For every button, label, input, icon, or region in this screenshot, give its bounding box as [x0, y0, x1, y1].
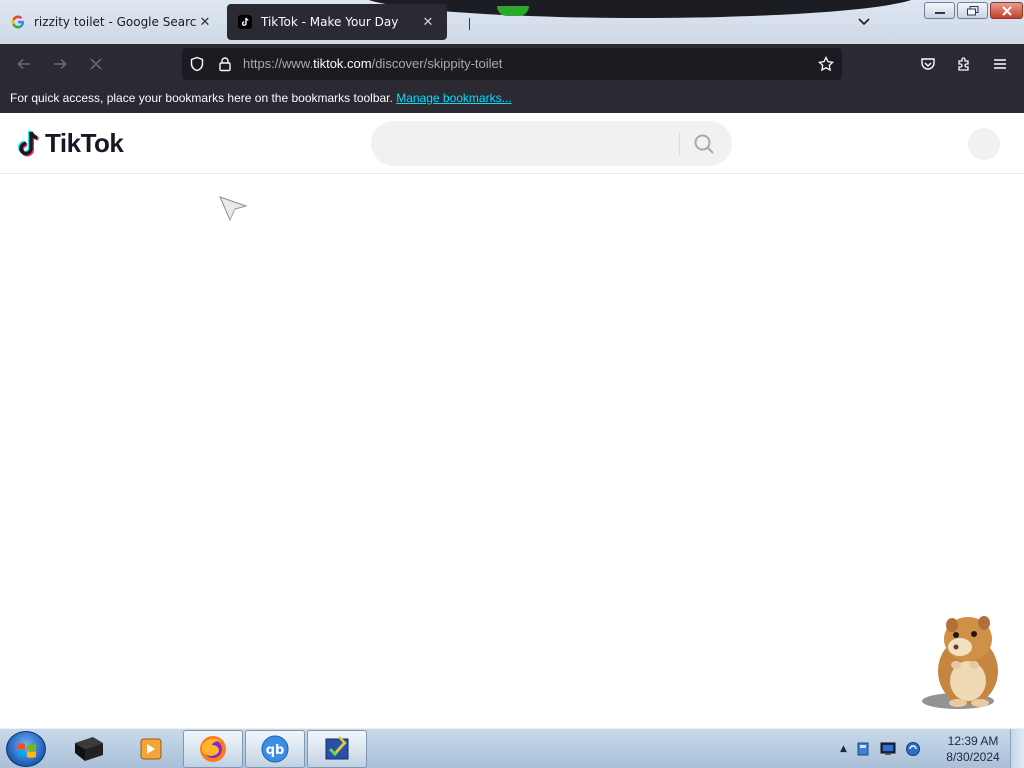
media-player-icon	[140, 738, 162, 760]
url-path: /discover/skippity-toilet	[371, 56, 503, 71]
screen: rizzity toilet - Google Search ✕ TikTok …	[0, 0, 1024, 768]
app-menu-button[interactable]	[986, 50, 1014, 78]
list-all-tabs-button[interactable]	[852, 12, 876, 32]
tab-google-search[interactable]: rizzity toilet - Google Search ✕	[0, 4, 224, 40]
web-page-content: TikTok	[0, 113, 1024, 728]
forward-button[interactable]	[46, 50, 74, 78]
restore-button[interactable]	[957, 2, 988, 19]
stop-loading-button[interactable]	[82, 50, 110, 78]
address-bar[interactable]: https://www.tiktok.com/discover/skippity…	[182, 48, 842, 80]
tiktok-note-icon	[18, 129, 39, 156]
bookmarks-toolbar: For quick access, place your bookmarks h…	[0, 84, 1024, 113]
window-controls	[924, 2, 1023, 19]
volume-icon[interactable]	[905, 741, 921, 757]
manage-bookmarks-link[interactable]: Manage bookmarks...	[396, 91, 511, 105]
lock-icon[interactable]	[217, 56, 233, 72]
clock-date: 8/30/2024	[946, 750, 1000, 764]
tiktok-search-button[interactable]	[689, 131, 719, 157]
checklist-app-icon	[325, 736, 349, 760]
tiktok-icon	[237, 14, 253, 30]
tab-close-icon[interactable]: ✕	[196, 13, 214, 31]
tab-title: rizzity toilet - Google Search	[34, 15, 196, 29]
clock-time: 12:39 AM	[947, 734, 999, 748]
google-g-icon	[10, 14, 26, 30]
bookmarks-hint-text: For quick access, place your bookmarks h…	[10, 91, 393, 105]
show-desktop-button[interactable]	[1010, 729, 1024, 768]
url-host: tiktok.com	[313, 56, 372, 71]
network-monitor-icon[interactable]	[879, 741, 897, 757]
tab-strip: rizzity toilet - Google Search ✕ TikTok …	[0, 0, 1024, 44]
start-button[interactable]	[6, 731, 46, 767]
svg-text:qb: qb	[266, 743, 285, 758]
tray-app-icon[interactable]	[855, 741, 871, 757]
bookmark-star-icon[interactable]	[818, 56, 834, 72]
tab-separator	[469, 18, 470, 30]
url-text[interactable]: https://www.tiktok.com/discover/skippity…	[243, 56, 502, 71]
system-tray: ▲	[840, 729, 921, 768]
windows-taskbar: qb ▲ 12:39 AM 8/30/2024	[0, 728, 1024, 768]
taskbar-app-media-player[interactable]	[120, 730, 180, 768]
firefox-icon	[200, 736, 226, 762]
tab-close-icon[interactable]: ✕	[419, 13, 437, 31]
chevron-down-icon	[858, 18, 870, 26]
qbittorrent-icon: qb	[261, 735, 289, 763]
url-prefix: https://www.	[243, 56, 314, 71]
close-window-button[interactable]	[990, 2, 1023, 19]
search-icon	[694, 134, 714, 154]
tab-tiktok[interactable]: TikTok - Make Your Day ✕	[227, 4, 447, 40]
taskbar-app-editor[interactable]	[307, 730, 367, 768]
theme-background-accent	[497, 6, 529, 16]
taskbar-app-qbittorrent[interactable]: qb	[245, 730, 305, 768]
pocket-button[interactable]	[914, 50, 942, 78]
taskbar-app-firefox[interactable]	[183, 730, 243, 768]
restore-icon	[966, 5, 978, 15]
puzzle-piece-icon	[958, 57, 969, 71]
tiktok-wordmark: TikTok	[45, 128, 124, 158]
close-icon	[1001, 5, 1012, 16]
minimize-button[interactable]	[924, 2, 955, 19]
pocket-icon	[921, 58, 935, 70]
taskbar-clock[interactable]: 12:39 AM 8/30/2024	[940, 733, 1006, 765]
tiktok-logo[interactable]: TikTok	[16, 128, 124, 159]
search-divider	[679, 133, 680, 155]
back-button[interactable]	[10, 50, 38, 78]
taskbar-app-terminal[interactable]	[58, 730, 118, 768]
show-hidden-icons-button[interactable]: ▲	[840, 744, 847, 754]
minimize-icon	[934, 11, 945, 14]
tab-title: TikTok - Make Your Day	[261, 15, 399, 29]
navigation-toolbar: https://www.tiktok.com/discover/skippity…	[0, 44, 1024, 84]
windows-logo-icon	[18, 743, 36, 758]
stop-icon	[90, 58, 102, 70]
hamburger-menu-icon	[994, 59, 1006, 69]
tiktok-header: TikTok	[0, 113, 1024, 174]
tiktok-search-input[interactable]	[389, 133, 669, 153]
tiktok-search-box	[371, 121, 732, 166]
extensions-button[interactable]	[950, 50, 978, 78]
arrow-right-icon	[54, 58, 67, 70]
arrow-left-icon	[17, 58, 30, 70]
black-box-icon	[75, 737, 103, 761]
mouse-cursor-icon	[219, 196, 248, 222]
tracking-protection-shield-icon[interactable]	[189, 56, 205, 72]
avatar[interactable]	[968, 128, 1000, 160]
hamster-mascot-icon	[922, 616, 998, 709]
